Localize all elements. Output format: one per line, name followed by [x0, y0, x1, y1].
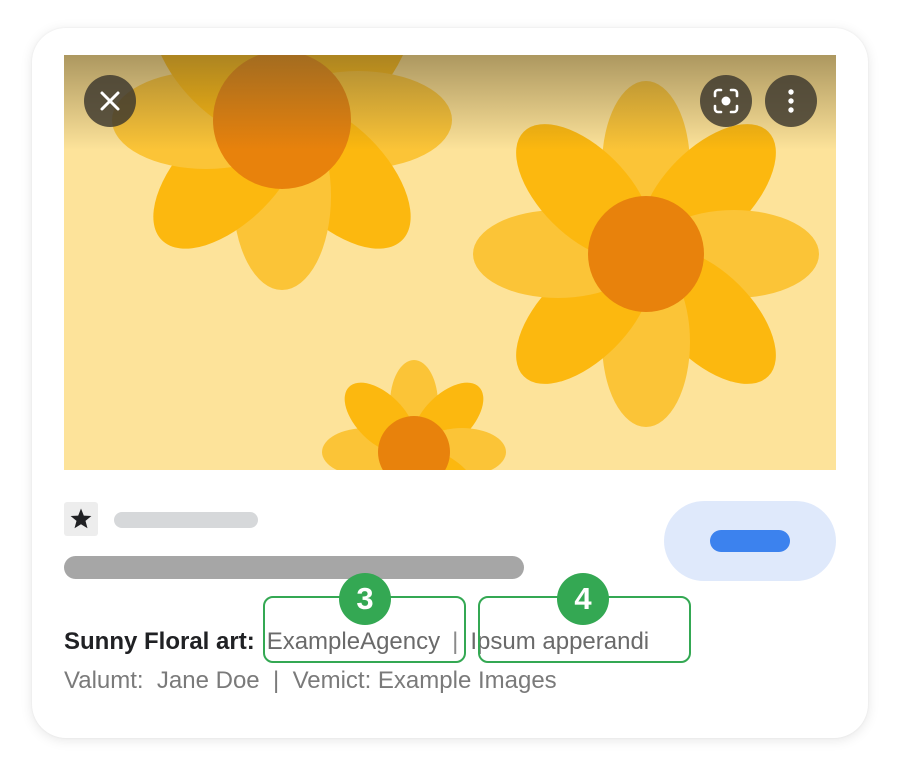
star-icon [70, 508, 92, 529]
visit-button[interactable] [664, 501, 836, 581]
annotation-marker-3: 3 [339, 573, 391, 625]
close-button[interactable] [84, 75, 136, 127]
lens-icon [713, 88, 739, 114]
source-name-placeholder [114, 512, 258, 528]
credit-label: Sunny Floral art: [64, 628, 255, 655]
more-vert-icon [788, 89, 794, 113]
metadata-line: Valumt: Jane Doe | Vemict: Example Image… [64, 666, 557, 696]
visit-button-label-placeholder [710, 530, 790, 552]
metadata-text: Valumt: Jane Doe | Vemict: Example Image… [64, 667, 557, 694]
lens-button[interactable] [700, 75, 752, 127]
annotation-marker-4: 4 [557, 573, 609, 625]
flower-center [588, 196, 704, 312]
source-favicon [64, 502, 98, 536]
close-icon [100, 91, 120, 111]
title-placeholder [64, 556, 524, 579]
more-options-button[interactable] [765, 75, 817, 127]
